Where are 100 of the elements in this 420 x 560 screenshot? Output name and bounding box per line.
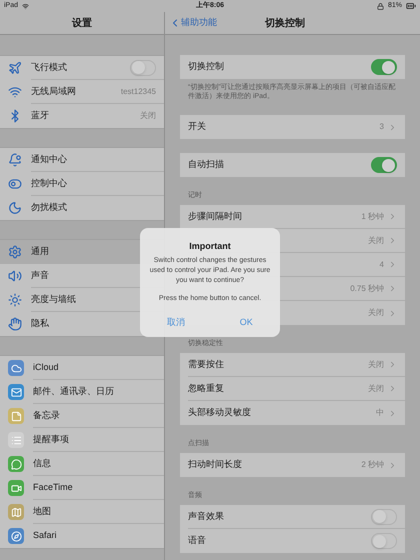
- item-label: 隐私: [31, 317, 50, 330]
- item-label: 邮件、通讯录、日历: [33, 384, 115, 398]
- sidebar-title: 设置: [72, 16, 92, 30]
- settings-row[interactable]: 忽略重复 关闭: [180, 377, 405, 401]
- chevron-icon: [388, 384, 397, 393]
- map-icon: [8, 504, 24, 520]
- row-value: 关闭: [368, 307, 384, 319]
- cloud-icon: [8, 360, 24, 376]
- chevron-icon: [388, 284, 397, 293]
- row-value: 中: [376, 407, 384, 419]
- wifi-icon: [22, 2, 30, 10]
- sidebar-item[interactable]: 信息: [0, 452, 164, 476]
- chevron-icon: [388, 408, 397, 418]
- settings-row[interactable]: 自动扫描: [180, 153, 405, 177]
- chevron-icon: [388, 212, 397, 221]
- chevron-icon: [388, 460, 397, 470]
- item-label: 飞行模式: [31, 60, 68, 74]
- settings-row[interactable]: 声音效果: [180, 505, 405, 529]
- row-value: 3: [380, 121, 384, 133]
- alert-title: Important: [189, 240, 231, 253]
- item-label: 备忘录: [33, 408, 61, 422]
- item-label: 勿扰模式: [31, 201, 68, 214]
- row-label: 自动扫描: [188, 158, 225, 172]
- item-label: 提醒事项: [33, 432, 70, 446]
- row-label: 头部移动灵敏度: [188, 406, 252, 420]
- mail-icon: [8, 384, 24, 400]
- chevron-icon: [388, 236, 397, 245]
- item-label: 通知中心: [31, 152, 68, 166]
- item-label: 控制中心: [31, 176, 68, 190]
- page-title: 切换控制: [265, 16, 305, 30]
- chevron-icon: [388, 360, 397, 369]
- row-value: 关闭: [368, 358, 384, 370]
- row-value: 1 秒钟: [361, 210, 384, 222]
- row-value: 4: [380, 258, 384, 270]
- notification-icon: [8, 153, 22, 167]
- video-icon: [8, 480, 24, 496]
- note-icon: [8, 408, 24, 424]
- settings-row[interactable]: 需要按住 关闭: [180, 353, 405, 377]
- sidebar-item[interactable]: 备忘录: [0, 404, 164, 428]
- toggle-switch[interactable]: [371, 59, 397, 75]
- sidebar-item[interactable]: iCloud: [0, 356, 164, 380]
- row-label: 开关: [188, 120, 207, 134]
- sidebar-item[interactable]: 蓝牙 关闭: [0, 104, 164, 128]
- settings-row[interactable]: 切换控制: [180, 55, 405, 79]
- sidebar-item[interactable]: 无线局域网 test12345: [0, 80, 164, 104]
- sidebar-item[interactable]: 提醒事项: [0, 428, 164, 452]
- row-value: 0.75 秒钟: [350, 282, 384, 294]
- item-value: 关闭: [140, 110, 156, 122]
- row-label: 声音效果: [188, 510, 225, 523]
- wifi-icon: [8, 85, 22, 99]
- moon-icon: [8, 201, 22, 215]
- sidebar-item[interactable]: 邮件、通讯录、日历: [0, 380, 164, 404]
- battery-icon: [406, 1, 416, 11]
- settings-row[interactable]: 开关 3: [180, 115, 405, 139]
- toggle-switch[interactable]: [371, 533, 397, 549]
- lock-icon: [376, 2, 384, 10]
- speaker-icon: [8, 269, 22, 283]
- sun-icon: [8, 293, 22, 307]
- switches-icon: [8, 177, 22, 191]
- sidebar-item[interactable]: 飞行模式: [0, 56, 164, 80]
- sidebar-item[interactable]: Safari: [0, 524, 164, 548]
- item-label: 信息: [33, 456, 52, 470]
- sidebar-item[interactable]: 地图: [0, 500, 164, 524]
- item-label: 无线局域网: [31, 84, 77, 98]
- settings-row[interactable]: 扫动时间长度 2 秒钟: [180, 453, 405, 477]
- row-value: 关闭: [368, 234, 384, 246]
- sidebar-item[interactable]: 控制中心: [0, 172, 164, 196]
- sidebar-item[interactable]: 勿扰模式: [0, 196, 164, 220]
- sidebar-item[interactable]: FaceTime: [0, 476, 164, 500]
- row-label: 扫动时间长度: [188, 458, 243, 472]
- toggle-switch[interactable]: [371, 508, 397, 524]
- row-label: 语音: [188, 534, 207, 548]
- settings-row[interactable]: 语音: [180, 529, 405, 553]
- row-label: 忽略重复: [188, 382, 225, 395]
- compass-icon: [8, 528, 24, 544]
- chevron-icon: [388, 122, 397, 132]
- toggle-switch[interactable]: [371, 157, 397, 173]
- hand-icon: [8, 317, 22, 331]
- chevron-icon: [388, 308, 397, 318]
- item-label: 通用: [31, 244, 50, 258]
- settings-row[interactable]: 头部移动灵敏度 中: [180, 401, 405, 425]
- chat-icon: [8, 456, 24, 472]
- list-icon: [8, 432, 24, 448]
- item-label: 亮度与墙纸: [31, 292, 77, 306]
- airplane-icon: [8, 61, 22, 75]
- sidebar-item[interactable]: 通知中心: [0, 148, 164, 172]
- item-label: iCloud: [33, 360, 60, 374]
- row-label: 切换控制: [188, 60, 225, 74]
- row-label: 步骤间隔时间: [188, 210, 243, 223]
- row-label: 需要按住: [188, 358, 225, 371]
- settings-icon: [8, 245, 22, 259]
- chevron-icon: [388, 260, 397, 269]
- row-value: 2 秒钟: [361, 459, 384, 471]
- toggle-switch[interactable]: [130, 60, 156, 76]
- row-value: 关闭: [368, 382, 384, 394]
- item-label: FaceTime: [33, 480, 74, 494]
- item-value: test12345: [120, 86, 156, 98]
- item-label: 地图: [33, 504, 52, 518]
- item-label: 蓝牙: [31, 109, 50, 122]
- item-label: Safari: [33, 529, 58, 542]
